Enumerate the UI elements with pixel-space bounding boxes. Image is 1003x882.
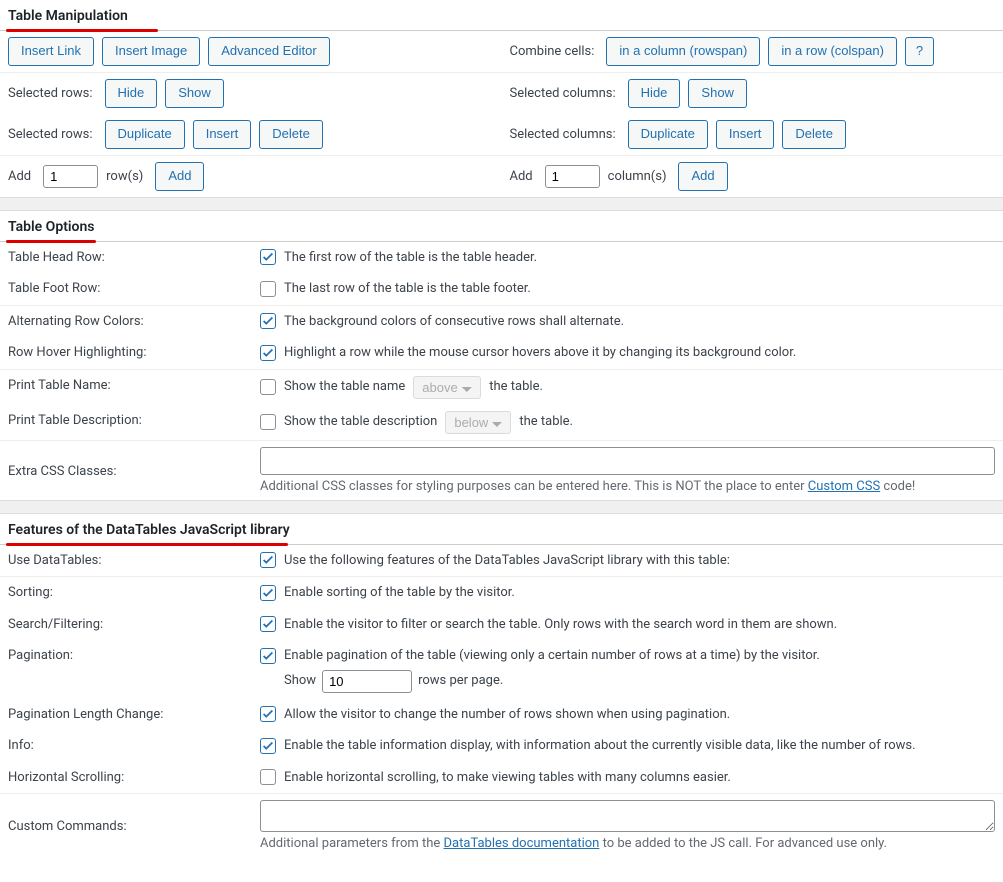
add-cols-label: Add <box>510 169 533 184</box>
sorting-checkbox[interactable] <box>260 585 276 601</box>
section-title: Features of the DataTables JavaScript li… <box>8 522 290 538</box>
add-rows-label: Add <box>8 169 31 184</box>
print-desc-desc2: the table. <box>519 412 573 432</box>
sorting-label: Sorting: <box>8 583 260 600</box>
section-title: Table Manipulation <box>8 8 128 24</box>
duplicate-cols-button[interactable]: Duplicate <box>628 120 708 149</box>
section-table-options-header: Table Options <box>0 211 1003 242</box>
help-button[interactable]: ? <box>905 37 934 66</box>
insert-rows-button[interactable]: Insert <box>193 120 252 149</box>
info-checkbox[interactable] <box>260 738 276 754</box>
delete-rows-button[interactable]: Delete <box>259 120 323 149</box>
add-rows-input[interactable] <box>43 165 98 188</box>
extra-css-label: Extra CSS Classes: <box>8 462 260 479</box>
info-desc: Enable the table information display, wi… <box>284 736 916 756</box>
datatables-doc-link[interactable]: DataTables documentation <box>444 836 600 851</box>
section-title: Table Options <box>8 219 95 235</box>
add-cols-input[interactable] <box>545 165 600 188</box>
combine-cells-label: Combine cells: <box>510 44 595 59</box>
plc-label: Pagination Length Change: <box>8 705 260 722</box>
add-rows-button[interactable]: Add <box>155 162 204 191</box>
extra-css-input[interactable] <box>260 447 995 475</box>
print-name-select[interactable]: above <box>413 376 481 399</box>
alt-colors-desc: The background colors of consecutive row… <box>284 312 624 332</box>
combine-column-button[interactable]: in a column (rowspan) <box>606 37 760 66</box>
print-name-checkbox[interactable] <box>260 379 276 395</box>
combine-row-button[interactable]: in a row (colspan) <box>768 37 897 66</box>
print-desc-select[interactable]: below <box>445 411 511 434</box>
pagination-checkbox[interactable] <box>260 648 276 664</box>
selected-rows-label: Selected rows: <box>8 86 93 101</box>
advanced-editor-button[interactable]: Advanced Editor <box>208 37 329 66</box>
plc-checkbox[interactable] <box>260 706 276 722</box>
print-name-desc2: the table. <box>489 377 543 397</box>
search-label: Search/Filtering: <box>8 615 260 632</box>
hover-checkbox[interactable] <box>260 345 276 361</box>
hover-label: Row Hover Highlighting: <box>8 343 260 360</box>
insert-image-button[interactable]: Insert Image <box>102 37 200 66</box>
use-dt-checkbox[interactable] <box>260 552 276 568</box>
show-label: Show <box>284 671 316 691</box>
alt-colors-checkbox[interactable] <box>260 313 276 329</box>
section-table-manipulation-header: Table Manipulation <box>0 0 1003 31</box>
print-name-desc1: Show the table name <box>284 377 405 397</box>
custom-commands-help: Additional parameters from the DataTable… <box>260 836 995 851</box>
selected-rows-label-2: Selected rows: <box>8 127 93 142</box>
table-foot-row-desc: The last row of the table is the table f… <box>284 279 531 299</box>
add-cols-button[interactable]: Add <box>678 162 727 191</box>
hover-desc: Highlight a row while the mouse cursor h… <box>284 343 796 363</box>
table-head-row-desc: The first row of the table is the table … <box>284 248 537 268</box>
rows-per-page-suffix: rows per page. <box>418 671 503 691</box>
print-desc-checkbox[interactable] <box>260 414 276 430</box>
custom-css-link[interactable]: Custom CSS <box>808 479 880 494</box>
hscroll-checkbox[interactable] <box>260 769 276 785</box>
table-foot-row-checkbox[interactable] <box>260 281 276 297</box>
show-rows-button[interactable]: Show <box>165 79 224 108</box>
delete-cols-button[interactable]: Delete <box>782 120 846 149</box>
hscroll-label: Horizontal Scrolling: <box>8 768 260 785</box>
extra-css-help: Additional CSS classes for styling purpo… <box>260 479 995 494</box>
print-desc-desc1: Show the table description <box>284 412 437 432</box>
table-foot-row-label: Table Foot Row: <box>8 279 260 296</box>
rows-per-page-input[interactable] <box>322 670 412 693</box>
selected-columns-label-2: Selected columns: <box>510 127 616 142</box>
use-dt-label: Use DataTables: <box>8 551 260 568</box>
hscroll-desc: Enable horizontal scrolling, to make vie… <box>284 768 731 788</box>
cols-suffix: column(s) <box>608 169 667 184</box>
sorting-desc: Enable sorting of the table by the visit… <box>284 583 515 603</box>
use-dt-desc: Use the following features of the DataTa… <box>284 551 730 571</box>
pagination-label: Pagination: <box>8 646 260 663</box>
table-head-row-label: Table Head Row: <box>8 248 260 265</box>
plc-desc: Allow the visitor to change the number o… <box>284 705 730 725</box>
info-label: Info: <box>8 736 260 753</box>
selected-columns-label: Selected columns: <box>510 86 616 101</box>
rows-suffix: row(s) <box>106 169 143 184</box>
show-cols-button[interactable]: Show <box>688 79 747 108</box>
section-datatables-header: Features of the DataTables JavaScript li… <box>0 514 1003 545</box>
alt-colors-label: Alternating Row Colors: <box>8 312 260 329</box>
pagination-desc: Enable pagination of the table (viewing … <box>284 646 820 666</box>
print-desc-label: Print Table Description: <box>8 411 260 428</box>
custom-commands-label: Custom Commands: <box>8 817 260 834</box>
insert-cols-button[interactable]: Insert <box>716 120 775 149</box>
hide-rows-button[interactable]: Hide <box>105 79 158 108</box>
search-checkbox[interactable] <box>260 616 276 632</box>
custom-commands-input[interactable] <box>260 800 995 832</box>
duplicate-rows-button[interactable]: Duplicate <box>105 120 185 149</box>
search-desc: Enable the visitor to filter or search t… <box>284 615 837 635</box>
insert-link-button[interactable]: Insert Link <box>8 37 94 66</box>
table-head-row-checkbox[interactable] <box>260 249 276 265</box>
hide-cols-button[interactable]: Hide <box>628 79 681 108</box>
print-name-label: Print Table Name: <box>8 376 260 393</box>
